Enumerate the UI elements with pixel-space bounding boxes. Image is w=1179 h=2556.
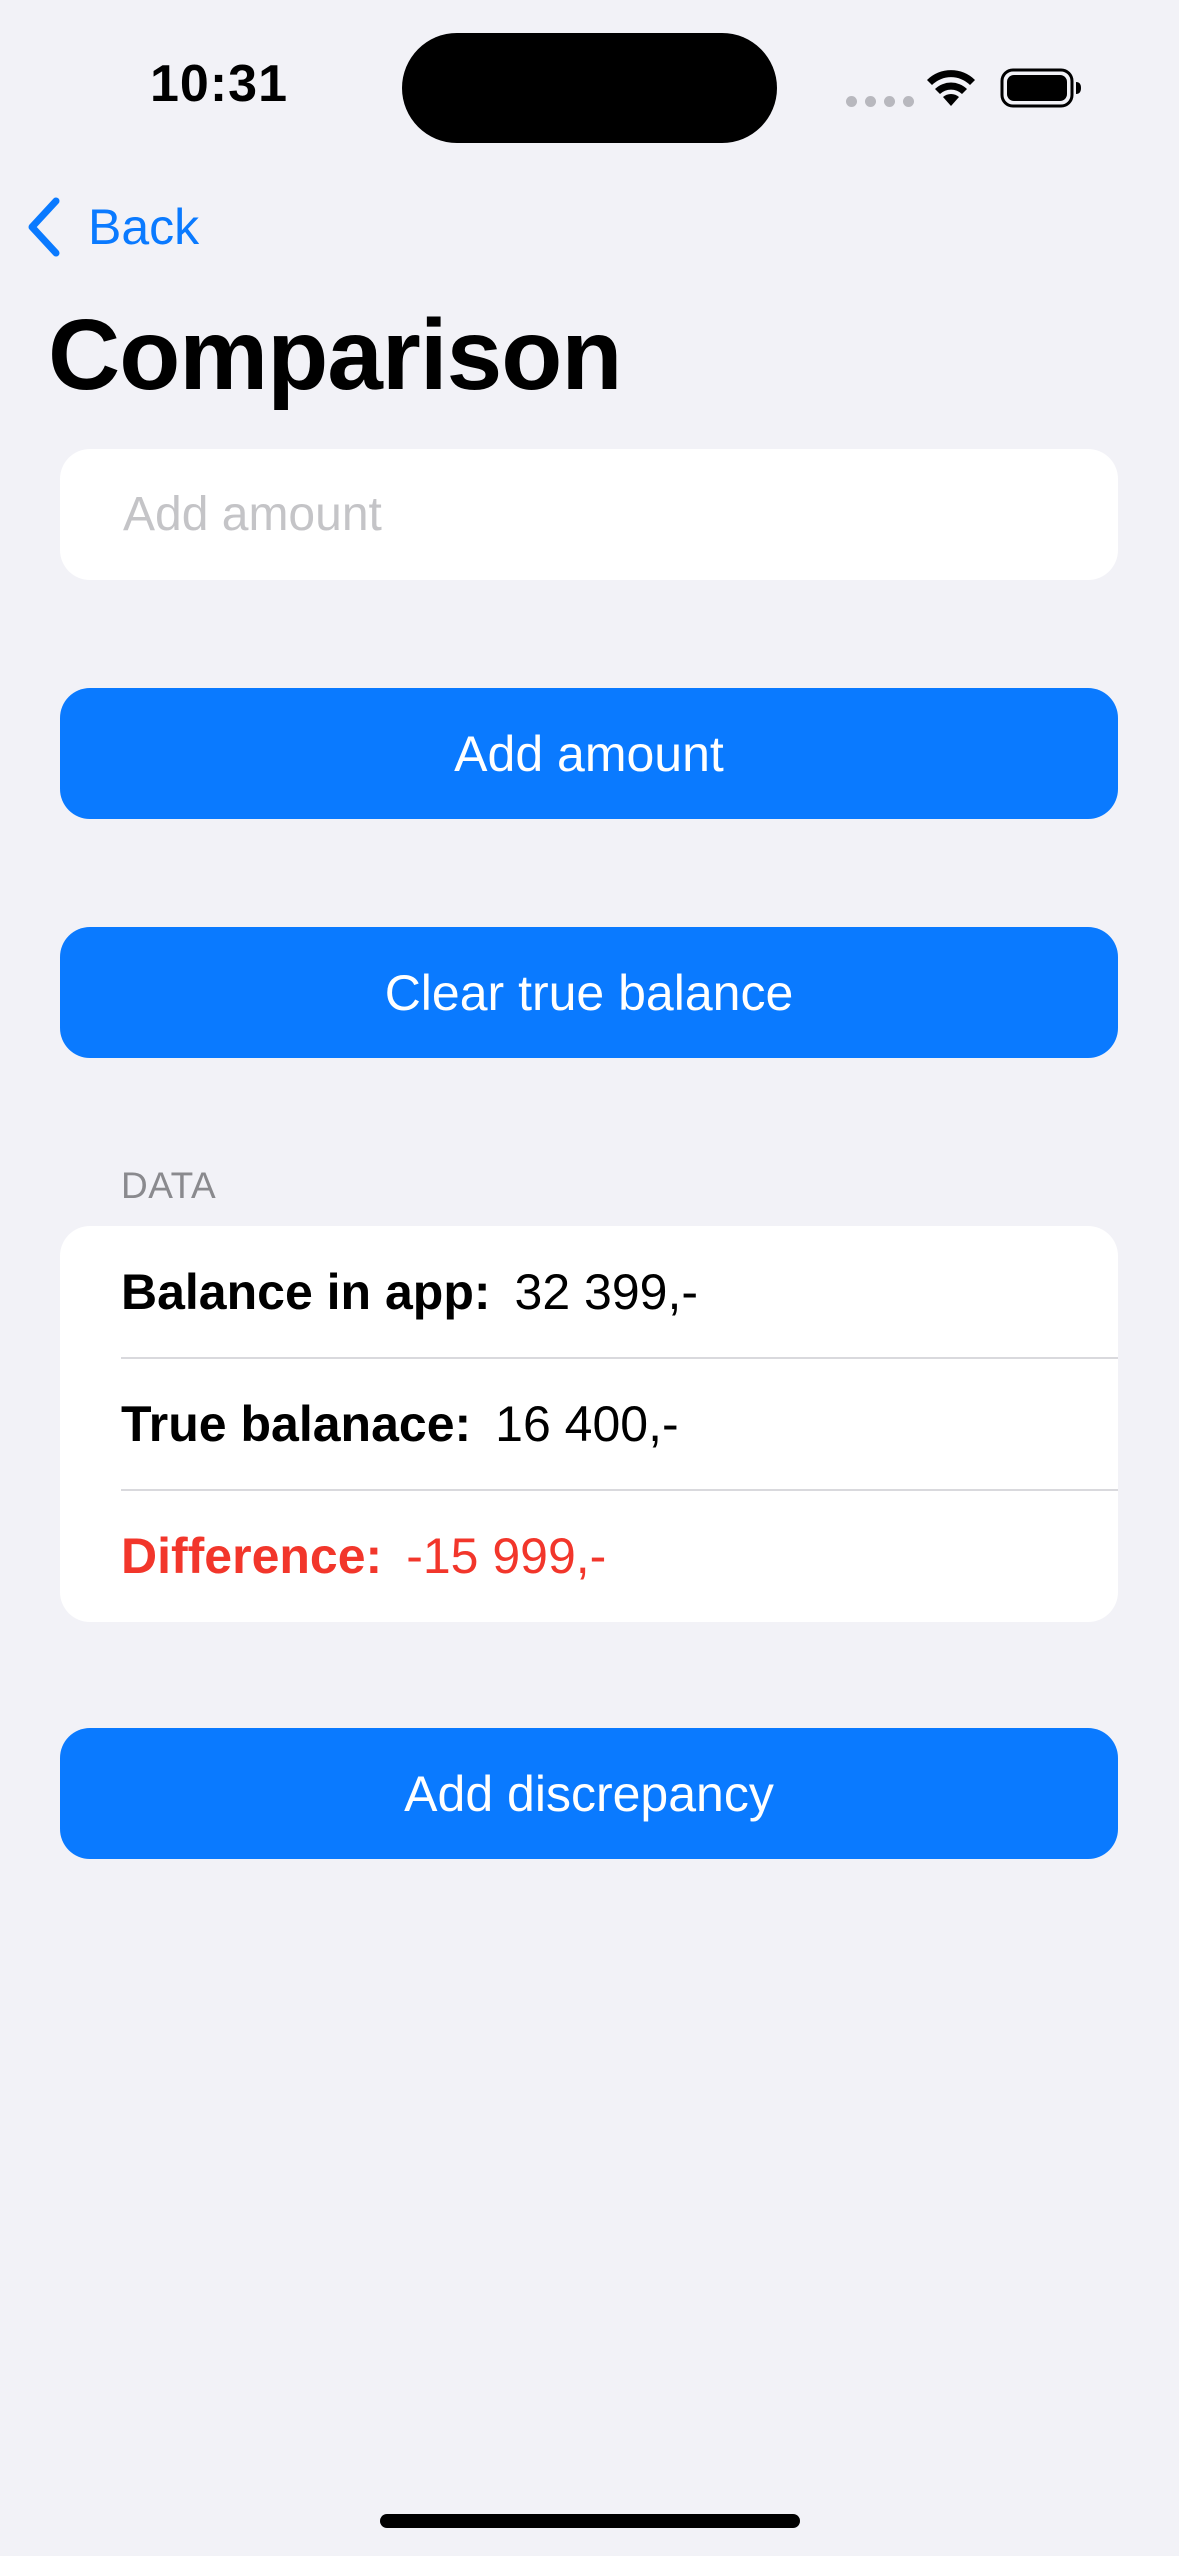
amount-field[interactable] bbox=[60, 449, 1118, 580]
status-time: 10:31 bbox=[150, 55, 288, 113]
cellular-signal-icon bbox=[846, 96, 914, 107]
home-indicator[interactable] bbox=[380, 2514, 800, 2528]
back-button[interactable]: Back bbox=[26, 195, 199, 259]
add-amount-button[interactable]: Add amount bbox=[60, 688, 1118, 819]
data-label: Balance in app: bbox=[121, 1264, 491, 1320]
amount-input[interactable] bbox=[121, 486, 1057, 543]
dynamic-island bbox=[402, 33, 777, 143]
data-row-difference: Difference: -15 999,- bbox=[121, 1490, 1118, 1622]
data-row-balance-in-app: Balance in app: 32 399,- bbox=[121, 1226, 1118, 1358]
page-title: Comparison bbox=[48, 299, 622, 411]
data-value: -15 999,- bbox=[406, 1528, 607, 1584]
data-value: 16 400,- bbox=[495, 1396, 679, 1452]
battery-icon bbox=[1000, 68, 1081, 108]
wifi-icon bbox=[927, 70, 975, 106]
chevron-left-icon bbox=[28, 197, 60, 257]
clear-true-balance-button[interactable]: Clear true balance bbox=[60, 927, 1118, 1058]
data-card: Balance in app: 32 399,- True balanace: … bbox=[60, 1226, 1118, 1622]
add-discrepancy-button[interactable]: Add discrepancy bbox=[60, 1728, 1118, 1859]
data-label: Difference: bbox=[121, 1528, 383, 1584]
back-label: Back bbox=[88, 199, 200, 255]
data-label: True balanace: bbox=[121, 1396, 472, 1452]
section-header-data: DATA bbox=[121, 1165, 217, 1206]
data-value: 32 399,- bbox=[514, 1264, 699, 1320]
data-row-true-balance: True balanace: 16 400,- bbox=[121, 1358, 1118, 1490]
